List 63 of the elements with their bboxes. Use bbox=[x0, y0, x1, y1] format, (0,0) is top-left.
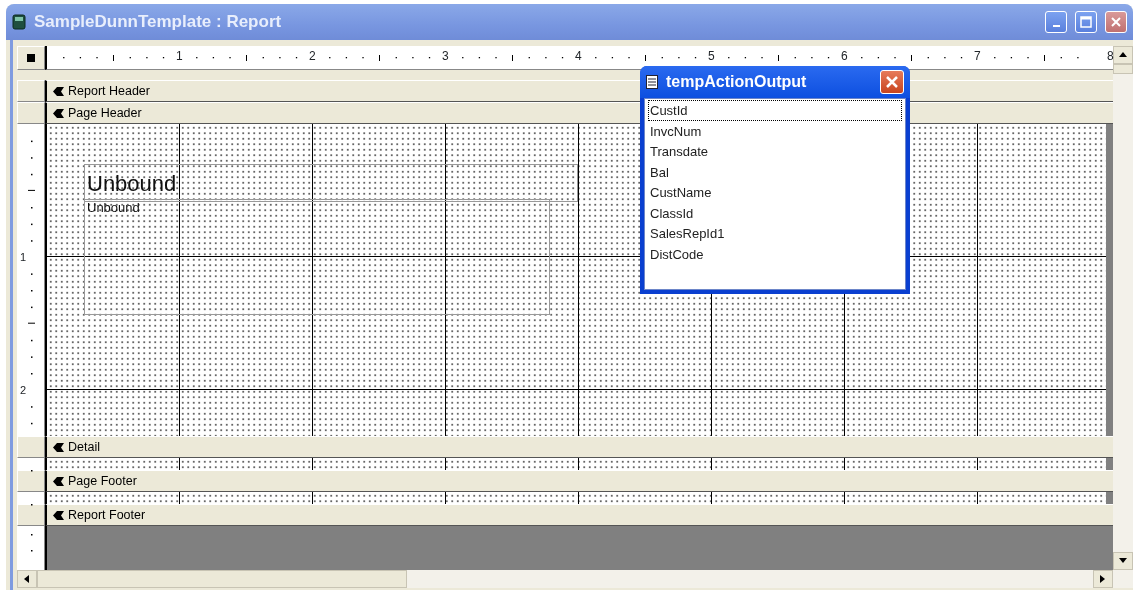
section-selector[interactable] bbox=[17, 504, 45, 526]
page-edge-strip bbox=[1106, 492, 1113, 504]
close-button[interactable] bbox=[1105, 11, 1127, 33]
section-label: Report Footer bbox=[68, 506, 146, 524]
maximize-button[interactable] bbox=[1075, 11, 1097, 33]
section-selector[interactable] bbox=[17, 470, 45, 492]
scroll-down-button[interactable] bbox=[1113, 552, 1133, 570]
ruler-number: 1 bbox=[176, 49, 183, 63]
section-label: Detail bbox=[68, 438, 100, 456]
field-item[interactable]: Transdate bbox=[648, 141, 902, 162]
minimize-icon bbox=[1052, 25, 1060, 27]
field-item[interactable]: InvcNum bbox=[648, 120, 902, 141]
scroll-left-button[interactable] bbox=[17, 570, 37, 588]
ruler-number: 7 bbox=[974, 49, 981, 63]
section-selector[interactable] bbox=[17, 102, 45, 124]
section-arrow-icon bbox=[53, 85, 65, 97]
section-selector[interactable] bbox=[17, 436, 45, 458]
page-edge-strip bbox=[1106, 458, 1113, 470]
field-item[interactable]: CustId bbox=[648, 100, 902, 121]
ruler-number: 2 bbox=[309, 49, 316, 63]
section-arrow-icon bbox=[53, 509, 65, 521]
right-arrow-icon bbox=[1100, 575, 1106, 583]
minimize-button[interactable] bbox=[1045, 11, 1067, 33]
window-title: tempActionOutput bbox=[666, 72, 808, 92]
close-icon bbox=[885, 75, 899, 89]
section-arrow-icon bbox=[53, 441, 65, 453]
ruler-number: 6 bbox=[841, 49, 848, 63]
app-icon bbox=[12, 14, 26, 30]
section-label: Page Footer bbox=[68, 472, 137, 490]
scroll-thumb[interactable] bbox=[1113, 64, 1133, 74]
close-icon bbox=[1110, 16, 1122, 28]
up-arrow-icon bbox=[1119, 52, 1127, 58]
text-box-control[interactable]: Unbound bbox=[84, 199, 550, 315]
field-item[interactable]: ClassId bbox=[648, 202, 902, 223]
scroll-right-button[interactable] bbox=[1093, 570, 1113, 588]
ruler-tick bbox=[31, 469, 33, 472]
down-arrow-icon bbox=[1119, 558, 1127, 564]
section-arrow-icon bbox=[53, 475, 65, 487]
ruler-number: 5 bbox=[708, 49, 715, 63]
ruler-tick bbox=[31, 503, 33, 506]
label-control[interactable]: Unbound bbox=[84, 164, 578, 202]
close-button[interactable] bbox=[880, 70, 904, 94]
field-item[interactable]: DistCode bbox=[648, 243, 902, 264]
section-arrow-icon bbox=[53, 107, 65, 119]
ruler-number: 3 bbox=[442, 49, 449, 63]
left-arrow-icon bbox=[24, 575, 30, 583]
field-item[interactable]: SalesRepId1 bbox=[648, 223, 902, 244]
ruler-number: 1 bbox=[20, 251, 27, 263]
scroll-up-button[interactable] bbox=[1113, 46, 1133, 64]
maximize-icon bbox=[1080, 16, 1092, 28]
section-label: Page Header bbox=[68, 104, 142, 122]
section-selector[interactable] bbox=[17, 80, 45, 102]
square-icon bbox=[27, 54, 35, 62]
ruler-number: 2 bbox=[20, 384, 27, 396]
window-title: SampleDunnTemplate : Report bbox=[34, 11, 282, 34]
section-label: Report Header bbox=[68, 82, 150, 100]
ruler-number: 4 bbox=[575, 49, 582, 63]
list-icon bbox=[646, 75, 658, 89]
ruler-number: 8 bbox=[1107, 49, 1114, 63]
scroll-thumb[interactable] bbox=[37, 570, 407, 588]
report-selector[interactable] bbox=[17, 46, 45, 70]
field-item[interactable]: Bal bbox=[648, 161, 902, 182]
field-item[interactable]: CustName bbox=[648, 182, 902, 203]
